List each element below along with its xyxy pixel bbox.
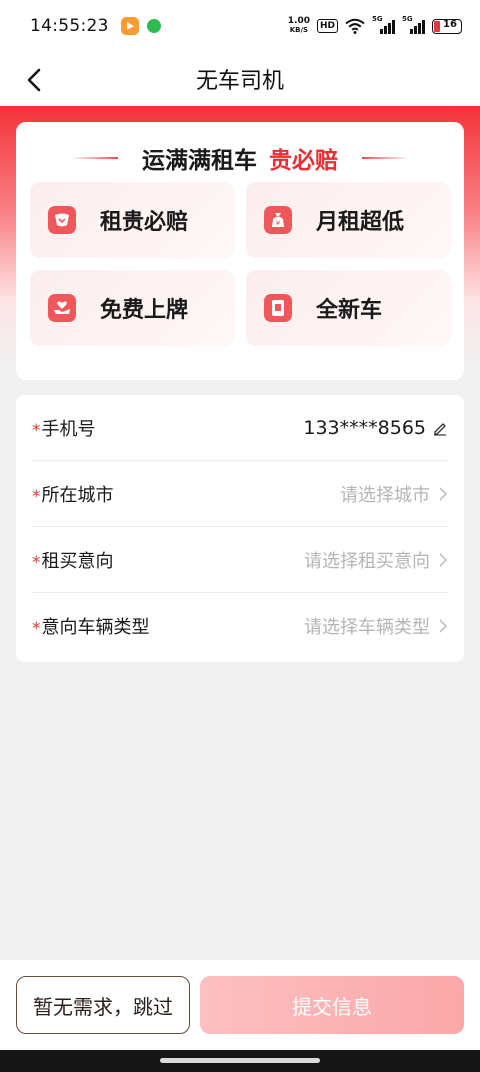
phone-label: 手机号: [41, 418, 96, 440]
signal-1-label: 5G: [372, 15, 383, 23]
intent-label: 租买意向: [41, 550, 114, 572]
chevron-left-icon: [27, 68, 41, 92]
guarantee-icon: [48, 206, 76, 234]
phone-row[interactable]: * 手机号 133****8565: [32, 395, 448, 461]
video-app-icon: [120, 17, 139, 35]
phone-value[interactable]: 133****8565: [303, 417, 448, 439]
benefit-tile-free-plate: 免费上牌: [30, 270, 234, 346]
benefit-label: 免费上牌: [100, 298, 189, 323]
home-indicator[interactable]: [160, 1058, 320, 1063]
intent-placeholder: 请选择租买意向: [304, 550, 430, 572]
city-row[interactable]: * 所在城市 请选择城市: [32, 461, 448, 527]
required-mark: *: [32, 420, 41, 441]
chevron-right-icon: [439, 486, 448, 501]
brand-slogan: 贵必赔: [269, 148, 338, 174]
benefit-tile-new-car: 全新车: [246, 270, 450, 346]
status-indicators: 1.00 KB/S HD 5G 5G 16: [288, 15, 462, 35]
vehicle-type-placeholder: 请选择车辆类型: [304, 617, 430, 638]
status-bar: 14:55:23 1.00 KB/S HD 5G 5G 16: [0, 0, 480, 52]
network-speed-unit: KB/S: [289, 26, 309, 34]
benefit-tile-guarantee: 租贵必赔: [30, 182, 234, 258]
bottom-action-bar: 暂无需求，跳过 提交信息: [0, 960, 480, 1050]
nav-bar: 无车司机: [0, 52, 480, 106]
hd-badge: HD: [316, 19, 338, 33]
svg-text:¥: ¥: [276, 220, 281, 228]
page-title: 无车司机: [195, 69, 284, 94]
skip-button[interactable]: 暂无需求，跳过: [16, 976, 190, 1034]
chevron-right-icon: [439, 619, 448, 633]
required-mark: *: [32, 552, 41, 573]
benefit-label: 租贵必赔: [100, 210, 189, 235]
money-bag-icon: ¥: [264, 206, 292, 234]
city-label: 所在城市: [41, 484, 114, 506]
submit-button[interactable]: 提交信息: [200, 976, 464, 1034]
back-button[interactable]: [14, 60, 54, 100]
intent-select[interactable]: 请选择租买意向: [304, 547, 448, 573]
status-time: 14:55:23: [30, 16, 109, 36]
network-speed-value: 1.00: [287, 16, 310, 26]
vehicle-type-select[interactable]: 请选择车辆类型: [304, 613, 448, 639]
city-select[interactable]: 请选择城市: [340, 481, 448, 507]
signal-1-icon: 5G: [372, 15, 395, 34]
benefit-label: 全新车: [316, 298, 383, 323]
chat-app-icon: [146, 19, 161, 33]
edit-icon[interactable]: [432, 420, 448, 436]
benefit-header: 运满满租车 贵必赔: [16, 140, 464, 176]
wifi-icon: [345, 18, 365, 34]
battery-icon: 16: [432, 18, 462, 34]
new-car-icon: [264, 294, 292, 322]
benefit-tile-low-rent: ¥ 月租超低: [246, 182, 450, 258]
signal-2-label: 5G: [402, 15, 413, 23]
header-line-right: [362, 157, 410, 159]
network-speed: 1.00 KB/S: [288, 17, 310, 35]
battery-level: 16: [443, 18, 457, 30]
info-form: * 手机号 133****8565 * 所在城市 请选择城市 * 租买意向 请选…: [16, 395, 464, 662]
vehicle-type-label: 意向车辆类型: [41, 617, 150, 638]
gesture-navigation-bar: [0, 1050, 480, 1072]
benefit-card: 运满满租车 贵必赔 租贵必赔 ¥ 月租超低 免费上牌 全新车: [16, 122, 464, 380]
required-mark: *: [32, 619, 41, 639]
vehicle-type-row[interactable]: * 意向车辆类型 请选择车辆类型: [32, 593, 448, 659]
city-placeholder: 请选择城市: [340, 484, 430, 506]
chevron-right-icon: [439, 552, 448, 567]
header-line-left: [70, 157, 118, 159]
signal-2-icon: 5G: [402, 15, 425, 34]
intent-row[interactable]: * 租买意向 请选择租买意向: [32, 527, 448, 593]
brand-title: 运满满租车: [142, 148, 257, 174]
phone-number: 133****8565: [303, 416, 426, 439]
heart-hand-icon: [48, 294, 76, 322]
benefit-label: 月租超低: [316, 210, 405, 235]
required-mark: *: [32, 486, 41, 507]
